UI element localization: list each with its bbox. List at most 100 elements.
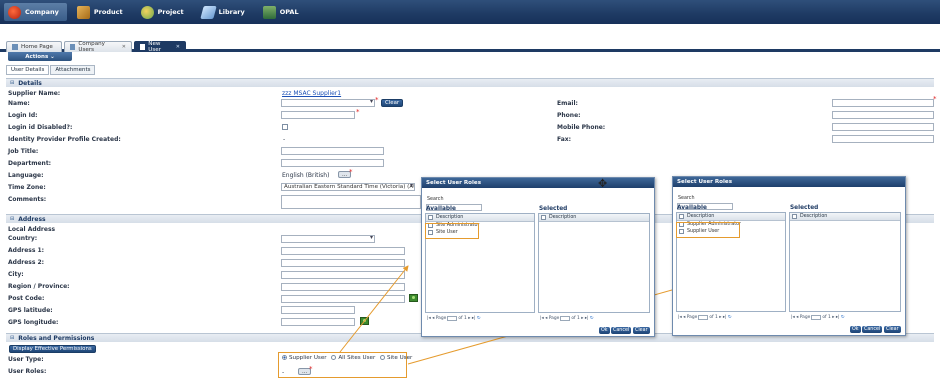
mobile-field[interactable]: [832, 123, 934, 131]
page-number-input[interactable]: [698, 315, 709, 320]
next-page-icon[interactable]: ▸: [719, 315, 721, 320]
cancel-button[interactable]: Cancel: [862, 326, 883, 333]
name-select[interactable]: [281, 99, 375, 107]
close-icon[interactable]: ✕: [122, 44, 126, 50]
pager-of-label: of 1: [709, 315, 718, 320]
login-disabled-label: Login id Disabled?:: [8, 124, 73, 131]
supplier-name-link[interactable]: zzz MSAC Supplier1: [282, 90, 341, 97]
city-field[interactable]: [281, 271, 405, 279]
first-page-icon[interactable]: |◂: [678, 315, 682, 320]
mobile-label: Mobile Phone:: [557, 124, 606, 131]
details-section-header[interactable]: ⊟ Details: [6, 78, 934, 87]
tab-new-user[interactable]: New User ✕: [134, 41, 186, 53]
page-number-input[interactable]: [560, 316, 571, 321]
clear-button[interactable]: Clear: [633, 327, 650, 334]
last-page-icon[interactable]: ▸|: [585, 316, 589, 321]
tab-company-users[interactable]: Company Users ✕: [64, 41, 132, 53]
login-id-label: Login Id:: [8, 112, 38, 119]
available-pager: |◂ ◂ Page of 1 ▸ ▸| ↻: [427, 316, 481, 321]
actions-menu[interactable]: Actions ⌄: [8, 52, 72, 61]
job-title-field[interactable]: [281, 147, 384, 155]
last-page-icon[interactable]: ▸|: [836, 315, 840, 320]
first-page-icon[interactable]: |◂: [791, 315, 795, 320]
nav-opal[interactable]: OPAL: [259, 3, 307, 21]
comments-field[interactable]: [281, 195, 421, 209]
gps-locate-icon[interactable]: [409, 294, 418, 302]
pager-of-label: of 1: [822, 315, 831, 320]
last-page-icon[interactable]: ▸|: [723, 315, 727, 320]
user-icon: [140, 44, 146, 50]
select-all-checkbox[interactable]: [792, 214, 797, 219]
tab-label: Company Users: [78, 41, 105, 53]
selected-title: Selected: [790, 205, 819, 211]
refresh-icon[interactable]: ↻: [477, 316, 481, 321]
select-all-checkbox[interactable]: [541, 215, 546, 220]
collapse-icon[interactable]: ⊟: [10, 216, 14, 222]
refresh-icon[interactable]: ↻: [728, 315, 732, 320]
ok-button[interactable]: Ok: [850, 326, 861, 333]
collapse-icon[interactable]: ⊟: [10, 80, 14, 86]
postcode-field[interactable]: [281, 295, 405, 303]
page-number-input[interactable]: [447, 316, 458, 321]
next-page-icon[interactable]: ▸: [468, 316, 470, 321]
refresh-icon[interactable]: ↻: [841, 315, 845, 320]
timezone-select[interactable]: Australian Eastern Standard Time (Victor…: [281, 183, 415, 191]
cancel-button[interactable]: Cancel: [611, 327, 632, 334]
prev-page-icon[interactable]: ◂: [683, 315, 685, 320]
gps-latitude-label: GPS latitude:: [8, 307, 53, 314]
subtab-attachments[interactable]: Attachments: [50, 65, 96, 75]
comments-label: Comments:: [8, 196, 47, 203]
nav-project[interactable]: Project: [137, 3, 192, 21]
gps-latitude-field[interactable]: [281, 306, 355, 314]
phone-field[interactable]: [832, 111, 934, 119]
department-field[interactable]: [281, 159, 384, 167]
pager-of-label: of 1: [571, 316, 580, 321]
dialog-title: Select User Roles: [422, 178, 654, 188]
last-page-icon[interactable]: ▸|: [472, 316, 476, 321]
close-icon[interactable]: ✕: [176, 44, 180, 50]
ok-button[interactable]: Ok: [599, 327, 610, 334]
company-icon: [8, 5, 21, 19]
nav-company[interactable]: Company: [4, 3, 67, 21]
prev-page-icon[interactable]: ◂: [432, 316, 434, 321]
user-type-radio-group: Supplier User All Sites User Site User: [282, 355, 412, 361]
select-all-checkbox[interactable]: [428, 215, 433, 220]
gps-longitude-field[interactable]: [281, 318, 355, 326]
login-id-field[interactable]: [281, 111, 355, 119]
clear-button[interactable]: Clear: [884, 326, 901, 333]
first-page-icon[interactable]: |◂: [540, 316, 544, 321]
section-title: Details: [18, 79, 42, 87]
radio-supplier-user[interactable]: [282, 355, 287, 360]
nav-library[interactable]: Library: [198, 3, 253, 21]
region-field[interactable]: [281, 283, 405, 291]
next-page-icon[interactable]: ▸: [832, 315, 834, 320]
collapse-icon[interactable]: ⊟: [10, 335, 14, 341]
timezone-label: Time Zone:: [8, 184, 46, 191]
page-number-input[interactable]: [811, 315, 822, 320]
display-effective-permissions-button[interactable]: Display Effective Permissions: [9, 345, 96, 353]
next-page-icon[interactable]: ▸: [581, 316, 583, 321]
prev-page-icon[interactable]: ◂: [545, 316, 547, 321]
address1-field[interactable]: [281, 247, 405, 255]
user-roles-label: User Roles:: [8, 368, 47, 375]
radio-label: All Sites User: [338, 355, 376, 361]
prev-page-icon[interactable]: ◂: [796, 315, 798, 320]
phone-label: Phone:: [557, 112, 581, 119]
nav-product[interactable]: Product: [73, 3, 131, 21]
refresh-icon[interactable]: ↻: [590, 316, 594, 321]
address2-field[interactable]: [281, 259, 405, 267]
login-disabled-checkbox[interactable]: [282, 124, 288, 130]
country-select[interactable]: [281, 235, 375, 243]
first-page-icon[interactable]: |◂: [427, 316, 431, 321]
gps-locate-icon[interactable]: [360, 317, 369, 325]
fax-field[interactable]: [832, 135, 934, 143]
email-field[interactable]: [832, 99, 934, 107]
dialog-title: Select User Roles: [673, 177, 905, 187]
subtab-user-details[interactable]: User Details: [6, 65, 50, 75]
required-marker: *: [349, 168, 353, 176]
radio-site-user[interactable]: [380, 355, 386, 360]
radio-all-sites-user[interactable]: [331, 355, 337, 360]
select-all-checkbox[interactable]: [679, 214, 684, 219]
clear-button[interactable]: Clear: [381, 99, 404, 107]
tab-home-page[interactable]: Home Page: [6, 41, 62, 52]
